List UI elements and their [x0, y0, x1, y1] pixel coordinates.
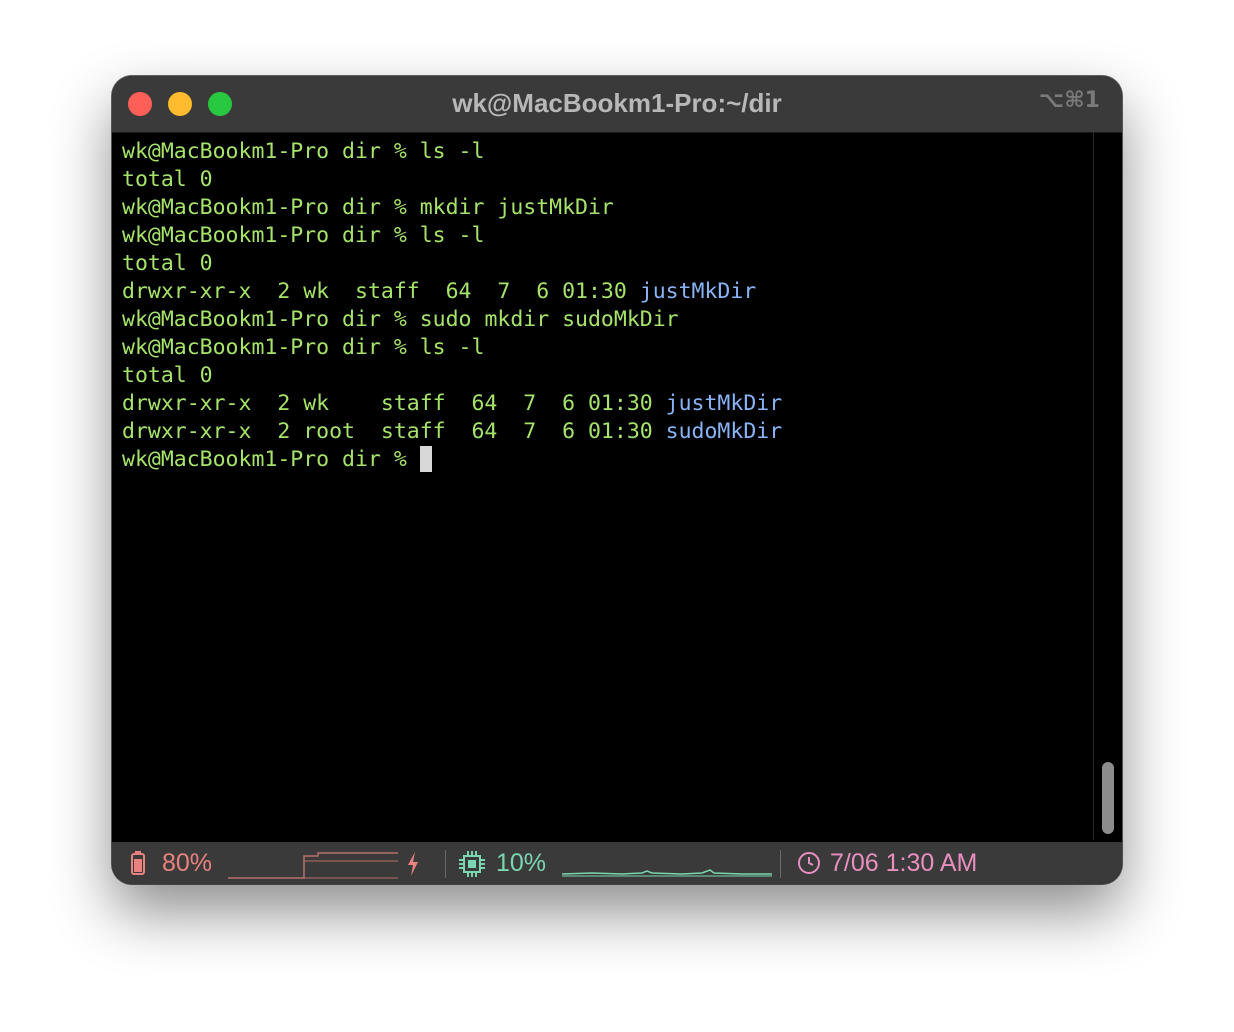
terminal-line: wk@MacBookm1-Pro dir % ls -l [122, 138, 1082, 166]
scrollbar-thumb[interactable] [1102, 762, 1114, 834]
shell-prompt: wk@MacBookm1-Pro dir % [122, 447, 420, 472]
output-text: total 0 [122, 363, 213, 388]
clock-icon [796, 850, 822, 883]
terminal-line: total 0 [122, 250, 1082, 278]
battery-sparkline [228, 852, 398, 884]
clock-time: 7/06 1:30 AM [830, 849, 978, 877]
battery-percent: 80% [162, 849, 213, 877]
terminal-line: wk@MacBookm1-Pro dir % [122, 446, 1082, 474]
terminal-line: wk@MacBookm1-Pro dir % ls -l [122, 222, 1082, 250]
shell-command: ls -l [419, 139, 485, 164]
terminal-line: drwxr-xr-x 2 wk staff 64 7 6 01:30 justM… [122, 278, 1082, 306]
terminal-output[interactable]: wk@MacBookm1-Pro dir % ls -l total 0 wk@Ma… [122, 138, 1082, 838]
shell-command: ls -l [419, 335, 485, 360]
shell-command: sudo mkdir sudoMkDir [419, 307, 679, 332]
directory-name: justMkDir [639, 279, 757, 304]
scrollbar-track[interactable] [1093, 132, 1114, 840]
terminal-line: wk@MacBookm1-Pro dir % sudo mkdir sudoMk… [122, 306, 1082, 334]
text-cursor [419, 446, 432, 472]
shell-prompt: wk@MacBookm1-Pro dir % [122, 139, 420, 164]
shell-prompt: wk@MacBookm1-Pro dir % [122, 195, 420, 220]
listing-entry: drwxr-xr-x 2 root staff 64 7 6 01:30 [122, 419, 666, 444]
shell-prompt: wk@MacBookm1-Pro dir % [122, 307, 420, 332]
terminal-line: total 0 [122, 362, 1082, 390]
terminal-line: total 0 [122, 166, 1082, 194]
directory-name: justMkDir [665, 391, 783, 416]
terminal-line: drwxr-xr-x 2 wk staff 64 7 6 01:30 justM… [122, 390, 1082, 418]
status-separator [445, 850, 446, 878]
cpu-chip-icon [458, 850, 486, 884]
shell-command: ls -l [419, 223, 485, 248]
bolt-icon [406, 851, 420, 884]
terminal-line: drwxr-xr-x 2 root staff 64 7 6 01:30 sud… [122, 418, 1082, 446]
shell-prompt: wk@MacBookm1-Pro dir % [122, 223, 420, 248]
output-text: total 0 [122, 167, 213, 192]
cpu-sparkline [561, 856, 772, 884]
terminal-line: wk@MacBookm1-Pro dir % mkdir justMkDir [122, 194, 1082, 222]
window-shortcut: ⌥⌘1 [1038, 88, 1100, 113]
terminal-window: wk@MacBookm1-Pro:~/dir ⌥⌘1 wk@MacBookm1-… [112, 76, 1122, 884]
shell-prompt: wk@MacBookm1-Pro dir % [122, 335, 420, 360]
window-title: wk@MacBookm1-Pro:~/dir [452, 88, 782, 118]
output-text: total 0 [122, 251, 213, 276]
cpu-percent: 10% [496, 849, 547, 877]
directory-name: sudoMkDir [665, 419, 783, 444]
title-bar: wk@MacBookm1-Pro:~/dir ⌥⌘1 [112, 76, 1122, 133]
battery-icon [130, 850, 146, 883]
listing-entry: drwxr-xr-x 2 wk staff 64 7 6 01:30 [122, 279, 640, 304]
status-separator [780, 850, 781, 878]
status-bar: 80% 10% 7/06 1:30 AM [112, 842, 1122, 884]
terminal-line: wk@MacBookm1-Pro dir % ls -l [122, 334, 1082, 362]
listing-entry: drwxr-xr-x 2 wk staff 64 7 6 01:30 [122, 391, 666, 416]
shell-command: mkdir justMkDir [419, 195, 614, 220]
